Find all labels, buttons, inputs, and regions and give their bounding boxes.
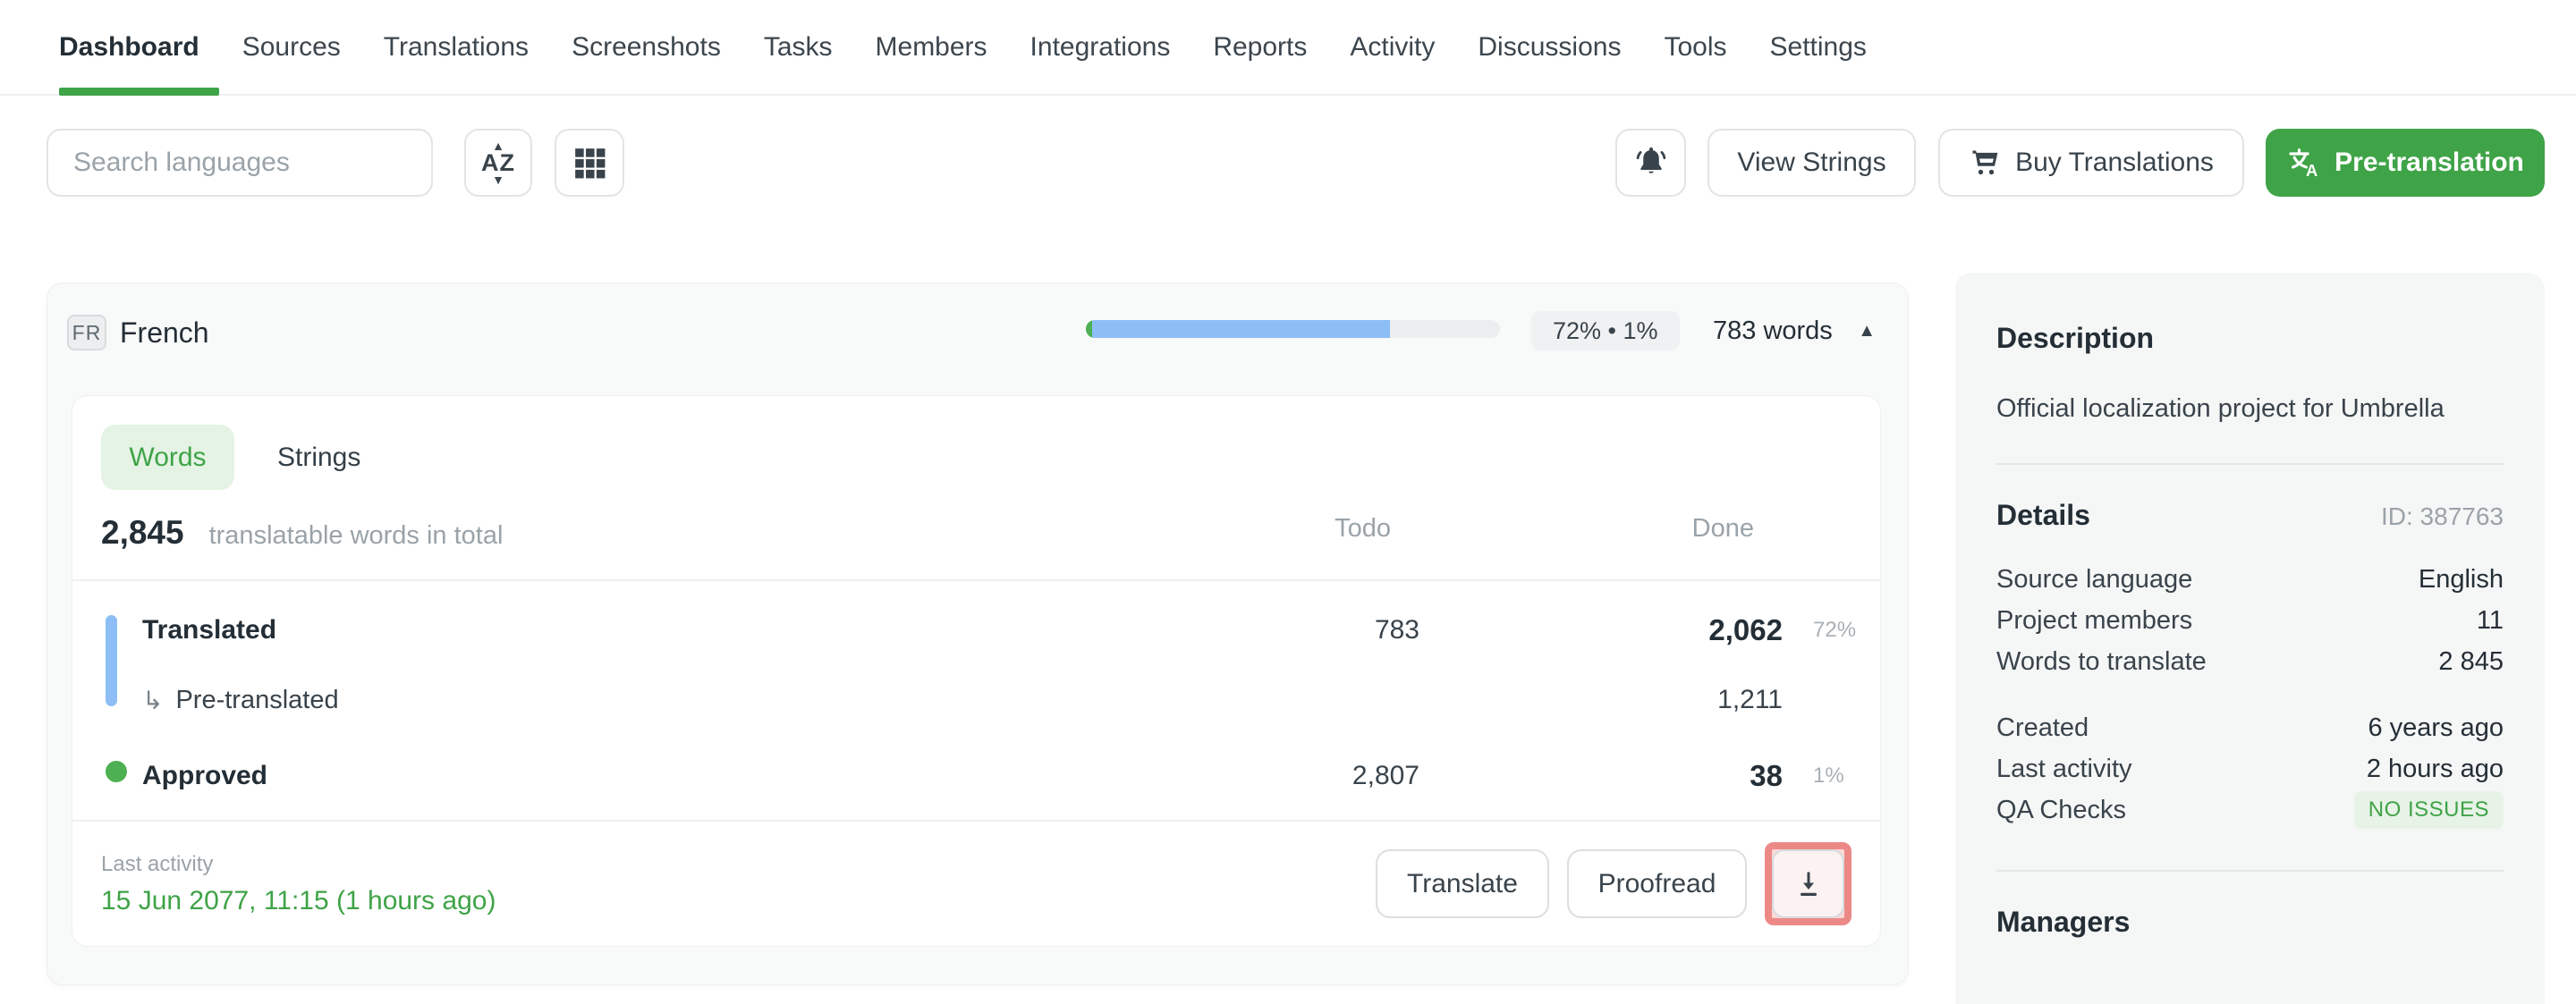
approved-percent: 1%	[1813, 745, 1844, 807]
buy-translations-button[interactable]: Buy Translations	[1938, 129, 2244, 197]
detail-row-qa-checks: QA Checks NO ISSUES	[1996, 789, 2504, 831]
language-progress-bar	[1086, 320, 1500, 338]
last-activity-block: Last activity 15 Jun 2077, 11:15 (1 hour…	[101, 852, 496, 916]
detail-row-words-to-translate: Words to translate 2 845	[1996, 641, 2504, 682]
progress-approved-segment	[1086, 320, 1092, 338]
language-card-french: FR French 72% • 1% 783 words ▲ Words Str…	[47, 283, 1909, 985]
managers-title: Managers	[1996, 906, 2504, 939]
download-button-highlight	[1765, 842, 1852, 925]
approved-done-value: 38	[1750, 745, 1783, 807]
sort-az-label: AZ	[481, 151, 515, 174]
total-words-caption: translatable words in total	[209, 521, 504, 551]
pre-translated-done-value: 1,211	[1717, 669, 1783, 731]
translate-icon: A	[2286, 145, 2322, 181]
divider	[1996, 463, 2504, 465]
detail-row-project-members: Project members 11	[1996, 600, 2504, 641]
progress-translated-segment	[1092, 320, 1390, 338]
translated-label: Translated	[142, 615, 276, 645]
totals-header-row: 2,845 translatable words in total Todo D…	[101, 514, 1852, 552]
collapse-caret-icon[interactable]: ▲	[1858, 311, 1876, 350]
translated-percent: 72%	[1813, 599, 1856, 662]
progress-percent-badge: 72% • 1%	[1531, 311, 1680, 350]
bell-icon	[1632, 144, 1670, 181]
details-header: Details ID: 387763	[1996, 499, 2504, 532]
tab-screenshots[interactable]: Screenshots	[550, 0, 742, 94]
last-activity-label: Last activity	[101, 852, 496, 877]
tab-tools[interactable]: Tools	[1642, 0, 1748, 94]
detail-label: Last activity	[1996, 755, 2132, 784]
translated-todo-value: 783	[1375, 599, 1419, 662]
tab-activity[interactable]: Activity	[1328, 0, 1456, 94]
download-button[interactable]	[1772, 849, 1844, 918]
grid-view-button[interactable]	[555, 129, 624, 197]
description-title: Description	[1996, 322, 2504, 355]
stat-row-translated: Translated 783 2,062 72%	[72, 599, 1880, 662]
tab-words[interactable]: Words	[101, 425, 234, 490]
translate-button[interactable]: Translate	[1376, 849, 1549, 918]
detail-label: Source language	[1996, 565, 2192, 595]
search-languages-input[interactable]	[47, 129, 433, 197]
tab-discussions[interactable]: Discussions	[1456, 0, 1642, 94]
detail-label: Words to translate	[1996, 647, 2207, 677]
tab-tasks[interactable]: Tasks	[742, 0, 854, 94]
tab-dashboard[interactable]: Dashboard	[59, 0, 221, 94]
tab-settings[interactable]: Settings	[1749, 0, 1888, 94]
svg-text:A: A	[2306, 161, 2318, 180]
sort-desc-icon: ▼	[492, 174, 504, 185]
detail-label: Project members	[1996, 606, 2192, 636]
description-text: Official localization project for Umbrel…	[1996, 394, 2504, 424]
sort-languages-button[interactable]: ▲ AZ ▼	[464, 129, 532, 197]
tab-sources[interactable]: Sources	[221, 0, 362, 94]
tab-translations[interactable]: Translations	[362, 0, 550, 94]
view-strings-button[interactable]: View Strings	[1707, 129, 1916, 197]
detail-label: Created	[1996, 713, 2089, 743]
tab-reports[interactable]: Reports	[1191, 0, 1328, 94]
stats-unit-tabs: Words Strings	[101, 425, 360, 490]
tab-integrations[interactable]: Integrations	[1009, 0, 1192, 94]
project-info-sidebar: Description Official localization projec…	[1955, 273, 2545, 1004]
detail-label: QA Checks	[1996, 796, 2126, 825]
sub-arrow-icon: ↳	[142, 686, 163, 715]
detail-value: English	[2419, 565, 2504, 595]
pre-translation-button[interactable]: A Pre-translation	[2266, 129, 2545, 197]
cart-icon	[1969, 147, 2001, 179]
language-stats-card: Words Strings 2,845 translatable words i…	[72, 395, 1881, 947]
last-activity-value: 15 Jun 2077, 11:15 (1 hours ago)	[101, 886, 496, 916]
column-header-done: Done	[1692, 514, 1754, 544]
divider	[72, 579, 1880, 581]
detail-value: 6 years ago	[2368, 713, 2504, 743]
project-id: ID: 387763	[2381, 502, 2504, 531]
project-tabs-nav: Dashboard Sources Translations Screensho…	[0, 0, 2576, 96]
tab-members[interactable]: Members	[854, 0, 1009, 94]
download-icon	[1792, 868, 1825, 900]
detail-value: 11	[2477, 606, 2504, 636]
grid-icon	[572, 146, 606, 180]
approved-label: Approved	[142, 761, 267, 791]
language-code-badge: FR	[67, 315, 106, 350]
detail-row-last-activity: Last activity 2 hours ago	[1996, 748, 2504, 789]
detail-row-source-language: Source language English	[1996, 559, 2504, 600]
details-title: Details	[1996, 499, 2090, 532]
details-rows: Source language English Project members …	[1996, 559, 2504, 831]
divider	[1996, 870, 2504, 872]
language-name: French	[120, 315, 209, 350]
stat-row-pre-translated: ↳ Pre-translated 1,211	[72, 669, 1880, 731]
detail-value: 2 hours ago	[2367, 755, 2504, 784]
qa-status-badge: NO ISSUES	[2354, 791, 2504, 829]
proofread-button[interactable]: Proofread	[1567, 849, 1747, 918]
detail-value: 2 845	[2438, 647, 2504, 677]
words-left-label: 783 words	[1713, 311, 1833, 350]
pre-translated-label: Pre-translated	[175, 686, 338, 715]
pre-translation-label: Pre-translation	[2334, 148, 2524, 178]
stat-row-approved: Approved 2,807 38 1%	[72, 745, 1880, 807]
tab-strings[interactable]: Strings	[277, 443, 360, 473]
notifications-button[interactable]	[1615, 129, 1686, 197]
card-footer: Last activity 15 Jun 2077, 11:15 (1 hour…	[101, 822, 1852, 946]
total-words-value: 2,845	[101, 514, 184, 552]
column-header-todo: Todo	[1335, 514, 1391, 544]
detail-row-created: Created 6 years ago	[1996, 707, 2504, 748]
approved-todo-value: 2,807	[1352, 745, 1419, 807]
buy-translations-label: Buy Translations	[2015, 148, 2214, 178]
translated-done-value: 2,062	[1708, 599, 1783, 662]
